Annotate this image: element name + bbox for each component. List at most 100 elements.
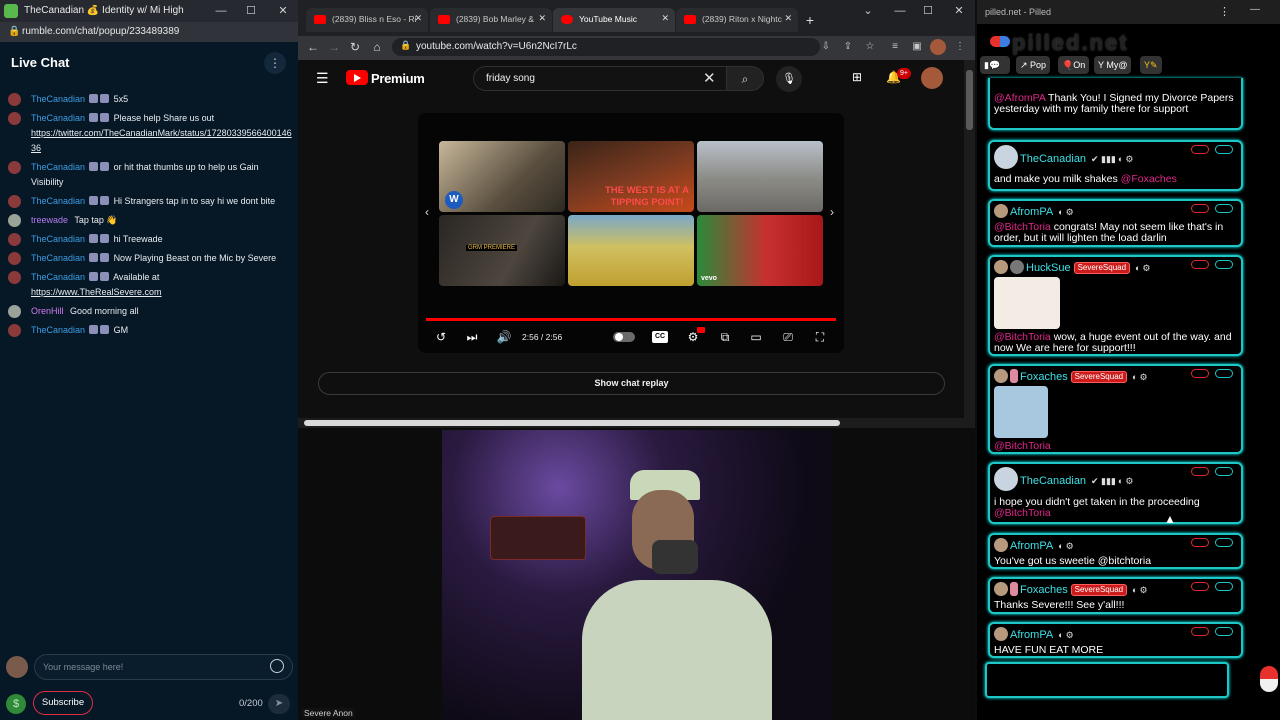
red-pill-icon[interactable] (1191, 538, 1209, 547)
blue-pill-icon[interactable] (1215, 627, 1233, 636)
scrollbar-thumb[interactable] (304, 420, 840, 426)
browser-tab[interactable]: (2839) Riton x Nightc ✕ (676, 8, 798, 32)
browser-tab[interactable]: (2839) Bob Marley & ✕ (430, 8, 552, 32)
blue-pill-icon[interactable] (1215, 369, 1233, 378)
avatar[interactable] (8, 112, 21, 125)
blue-pill-icon[interactable] (1215, 467, 1233, 476)
avatar[interactable] (994, 260, 1008, 274)
profile-avatar[interactable] (930, 39, 946, 55)
progress-bar[interactable] (426, 318, 836, 321)
on-button[interactable]: 🎈On (1058, 56, 1090, 74)
avatar[interactable] (994, 538, 1008, 552)
chat-link[interactable]: https://www.TheRealSevere.com (31, 287, 162, 297)
gear-icon[interactable]: ⚙ (1066, 630, 1074, 641)
chat-username[interactable]: TheCanadian (31, 113, 85, 123)
chevron-right-icon[interactable]: › (830, 205, 834, 219)
mention[interactable]: @BitchToria (994, 440, 1051, 452)
more-options-icon[interactable]: ⋮ (264, 52, 286, 74)
maximize-icon[interactable]: ☐ (236, 0, 266, 22)
red-pill-icon[interactable] (1191, 260, 1209, 269)
chevron-left-icon[interactable]: ‹ (425, 205, 429, 219)
username[interactable]: AfromPA (1010, 540, 1053, 552)
search-icon[interactable]: ⌕ (726, 66, 764, 91)
tab-close-icon[interactable]: ✕ (784, 13, 792, 24)
avatar[interactable] (8, 271, 21, 284)
end-screen-video-thumb[interactable] (568, 215, 694, 286)
gear-icon[interactable]: ⚙ (1066, 541, 1074, 552)
cast-icon[interactable]: ⎚ (778, 329, 798, 345)
reload-icon[interactable]: ↻ (346, 38, 364, 56)
chat-username[interactable]: TheCanadian (31, 234, 85, 244)
home-icon[interactable]: ⌂ (368, 38, 386, 56)
avatar[interactable] (8, 233, 21, 246)
avatar[interactable] (8, 93, 21, 106)
end-screen-video-thumb[interactable]: THE WEST IS AT A TIPPING POINT! (568, 141, 694, 212)
avatar[interactable] (8, 161, 21, 174)
minimize-icon[interactable]: — (885, 0, 915, 22)
next-icon[interactable]: ⏭ (462, 329, 482, 345)
chat-username[interactable]: TheCanadian (31, 196, 85, 206)
new-tab-icon[interactable]: + (800, 10, 820, 30)
scrollbar-thumb[interactable] (966, 70, 973, 130)
gear-icon[interactable]: ⚙ (1125, 154, 1133, 165)
subscribe-button[interactable]: Subscribe (33, 691, 93, 715)
chat-username[interactable]: TheCanadian (31, 325, 85, 335)
theater-mode-icon[interactable]: ▭ (746, 329, 766, 345)
clear-search-icon[interactable]: ✕ (703, 69, 716, 87)
user-avatar[interactable] (6, 656, 28, 678)
gear-icon[interactable]: ⚙ (1142, 263, 1150, 274)
avatar[interactable] (994, 369, 1008, 383)
browser-tab[interactable]: (2839) Bliss n Eso - Ri ✕ (306, 8, 428, 32)
microphone-icon[interactable]: 🎙 (776, 66, 802, 92)
gear-icon[interactable]: ⚙ (1139, 372, 1147, 383)
chat-username[interactable]: OrenHill (31, 306, 64, 316)
side-panel-icon[interactable]: ▣ (909, 39, 925, 55)
share-icon[interactable]: ⇪ (840, 39, 856, 55)
send-icon[interactable]: ➤ (268, 694, 290, 714)
blue-pill-icon[interactable] (1215, 260, 1233, 269)
avatar[interactable] (1010, 582, 1018, 596)
username[interactable]: TheCanadian (1020, 153, 1086, 165)
end-screen-video-thumb[interactable]: W (439, 141, 565, 212)
close-icon[interactable]: ✕ (944, 0, 974, 22)
back-icon[interactable]: ← (304, 38, 322, 56)
chat-username[interactable]: TheCanadian (31, 94, 85, 104)
volume-icon[interactable]: 🔊 (494, 329, 514, 345)
omnibox[interactable]: youtube.com/watch?v=U6n2NcI7rLc (392, 38, 820, 56)
replay-icon[interactable]: ↺ (431, 329, 451, 345)
username[interactable]: TheCanadian (1020, 475, 1086, 487)
chat-link[interactable]: https://twitter.com/TheCanadianMark/stat… (31, 128, 292, 153)
youtube-avatar[interactable] (921, 67, 943, 89)
mention[interactable]: @Foxaches (1121, 173, 1177, 185)
create-video-icon[interactable]: ⊞ (852, 70, 862, 84)
avatar[interactable] (994, 627, 1008, 641)
captions-icon[interactable]: CC (652, 331, 668, 343)
avatar[interactable] (994, 204, 1008, 218)
blue-pill-icon[interactable] (1215, 204, 1233, 213)
avatar[interactable] (8, 305, 21, 318)
chat-username[interactable]: TheCanadian (31, 272, 85, 282)
red-pill-icon[interactable] (1191, 582, 1209, 591)
avatar[interactable] (8, 324, 21, 337)
maximize-icon[interactable]: ☐ (913, 0, 943, 22)
avatar[interactable] (8, 195, 21, 208)
miniplayer-icon[interactable]: ⧉ (715, 329, 735, 345)
minimize-icon[interactable]: — (1250, 4, 1260, 15)
username[interactable]: Foxaches (1020, 584, 1068, 596)
chat-username[interactable]: TheCanadian (31, 253, 85, 263)
red-pill-icon[interactable] (1191, 145, 1209, 154)
more-options-icon[interactable]: ⋮ (1219, 5, 1230, 18)
avatar[interactable] (994, 582, 1008, 596)
blue-pill-icon[interactable] (1215, 538, 1233, 547)
end-screen-video-thumb[interactable] (697, 141, 823, 212)
red-pill-icon[interactable] (1191, 627, 1209, 636)
end-screen-video-thumb[interactable]: vevo (697, 215, 823, 286)
mention[interactable]: @BitchToria (994, 507, 1051, 519)
fullscreen-icon[interactable]: ⛶ (810, 329, 830, 345)
pill-capsule-icon[interactable] (1260, 666, 1278, 692)
hamburger-menu-icon[interactable]: ☰ (316, 70, 329, 87)
show-chat-replay-button[interactable]: Show chat replay (318, 372, 945, 395)
username[interactable]: AfromPA (1010, 206, 1053, 218)
my-mentions-button[interactable]: Y My@ (1094, 56, 1132, 74)
chat-bubble-icon[interactable]: ▮💬 (980, 56, 1010, 74)
